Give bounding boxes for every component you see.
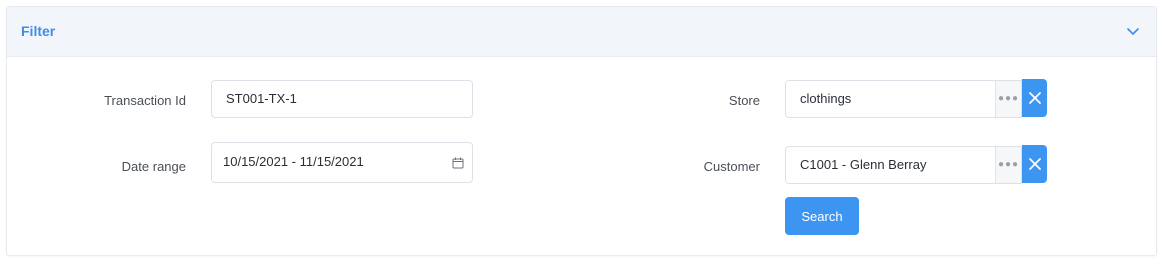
ellipsis-icon: ●●● [997, 93, 1020, 104]
filter-panel-header[interactable]: Filter [7, 7, 1156, 57]
customer-more-button[interactable]: ●●● [995, 147, 1021, 183]
date-range-label: Date range [121, 159, 186, 174]
close-icon [1028, 158, 1041, 170]
transaction-id-label: Transaction Id [104, 93, 186, 108]
customer-input[interactable]: C1001 - Glenn Berray ●●● [785, 146, 1022, 184]
customer-clear-button[interactable] [1022, 145, 1047, 183]
store-value: clothings [800, 91, 852, 106]
store-label: Store [728, 93, 760, 108]
chevron-down-icon[interactable] [1126, 24, 1140, 38]
date-range-input[interactable]: 10/15/2021 - 11/15/2021 [211, 142, 473, 183]
calendar-icon[interactable] [452, 157, 464, 169]
store-more-button[interactable]: ●●● [995, 81, 1021, 117]
date-range-value: 10/15/2021 - 11/15/2021 [223, 154, 364, 169]
search-button[interactable]: Search [785, 197, 859, 235]
close-icon [1028, 92, 1041, 104]
customer-value: C1001 - Glenn Berray [800, 157, 927, 172]
transaction-id-input[interactable]: ST001-TX-1 [211, 80, 473, 118]
transaction-id-value: ST001-TX-1 [226, 91, 297, 106]
store-clear-button[interactable] [1022, 79, 1047, 117]
filter-title: Filter [21, 23, 56, 39]
customer-label: Customer [703, 159, 760, 174]
store-input[interactable]: clothings ●●● [785, 80, 1022, 118]
filter-panel: Filter [6, 6, 1157, 256]
ellipsis-icon: ●●● [997, 159, 1020, 170]
